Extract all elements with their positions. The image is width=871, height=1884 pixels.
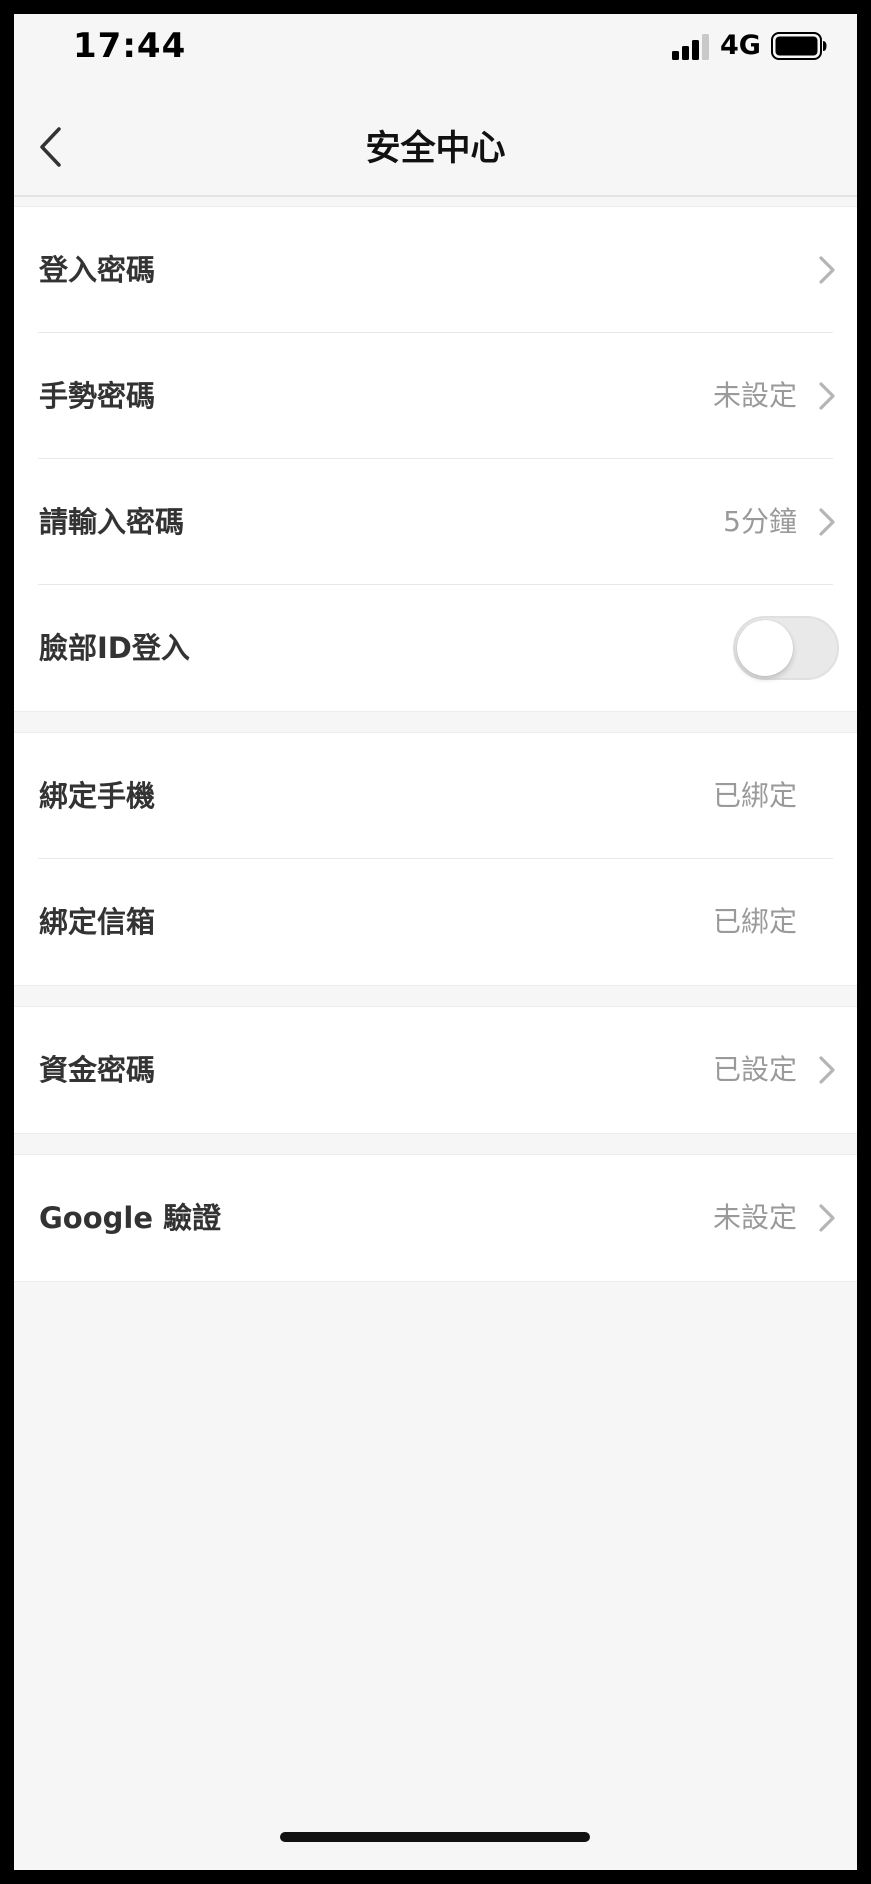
- row-label: 請輸入密碼: [39, 505, 185, 539]
- row-face-id-login: 臉部ID登入: [14, 585, 857, 711]
- security-group-passwords: 登入密碼 手勢密碼 未設定 請輸入密碼 5分鐘 臉部ID登入: [14, 206, 857, 712]
- row-label: 臉部ID登入: [39, 631, 190, 665]
- row-value: 已設定: [712, 1053, 797, 1086]
- toggle-knob: [737, 620, 793, 676]
- battery-full-icon: [771, 32, 827, 60]
- status-time: 17:44: [73, 26, 187, 66]
- row-value: 5分鐘: [723, 505, 797, 538]
- network-type: 4G: [720, 30, 761, 61]
- chevron-right-icon: [819, 382, 835, 410]
- face-id-toggle[interactable]: [733, 616, 839, 680]
- row-label: 手勢密碼: [39, 379, 156, 413]
- row-gesture-password[interactable]: 手勢密碼 未設定: [14, 333, 857, 459]
- security-group-bindings: 綁定手機 已綁定 綁定信箱 已綁定: [14, 732, 857, 986]
- security-group-google: Google 驗證 未設定: [14, 1154, 857, 1282]
- row-value: 未設定: [712, 379, 797, 412]
- row-value: 未設定: [712, 1201, 797, 1234]
- home-indicator[interactable]: [280, 1832, 590, 1842]
- row-label: Google 驗證: [39, 1201, 222, 1235]
- row-fund-password[interactable]: 資金密碼 已設定: [14, 1007, 857, 1133]
- chevron-right-icon: [819, 1056, 835, 1084]
- row-login-password[interactable]: 登入密碼: [14, 207, 857, 333]
- row-password-prompt-interval[interactable]: 請輸入密碼 5分鐘: [14, 459, 857, 585]
- row-bind-phone: 綁定手機 已綁定: [14, 733, 857, 859]
- chevron-right-icon: [819, 256, 835, 284]
- security-group-funds: 資金密碼 已設定: [14, 1006, 857, 1134]
- navigation-bar: 安全中心: [14, 94, 857, 197]
- status-bar: 17:44 4G: [14, 14, 857, 94]
- chevron-right-icon: [819, 1204, 835, 1232]
- row-bind-email: 綁定信箱 已綁定: [14, 859, 857, 985]
- chevron-right-icon: [819, 508, 835, 536]
- row-value: 已綁定: [712, 779, 797, 812]
- app-screen: 17:44 4G 安全中心 登入密碼 手勢密碼 未設定 請輸入密碼 5分鐘 臉部…: [14, 14, 857, 1870]
- row-value: 已綁定: [712, 905, 797, 938]
- row-label: 資金密碼: [39, 1053, 156, 1087]
- cellular-signal-icon: [672, 34, 709, 60]
- row-label: 綁定手機: [39, 779, 156, 813]
- row-label: 登入密碼: [39, 253, 156, 287]
- row-label: 綁定信箱: [39, 905, 156, 939]
- row-google-authenticator[interactable]: Google 驗證 未設定: [14, 1155, 857, 1281]
- page-title: 安全中心: [365, 129, 506, 169]
